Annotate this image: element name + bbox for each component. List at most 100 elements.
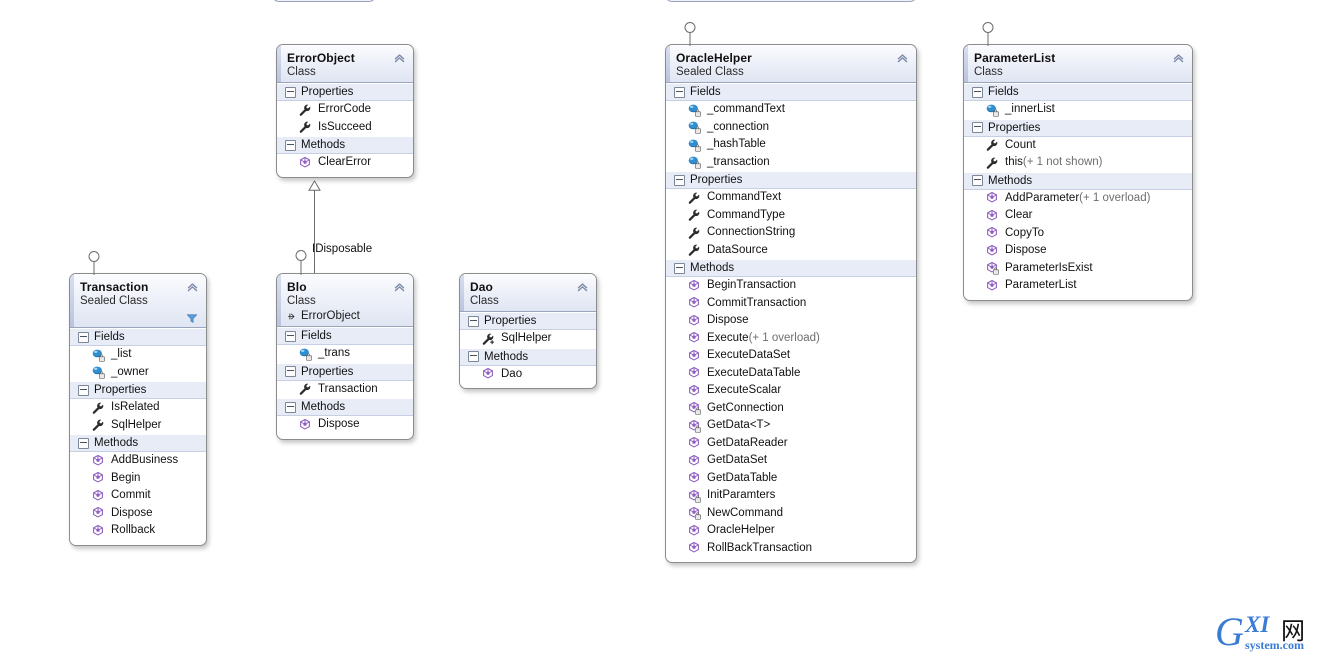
member-row[interactable]: Dispose [70, 505, 206, 523]
member-row[interactable]: Rollback [70, 522, 206, 540]
member-row[interactable]: GetData<T> [666, 417, 916, 435]
section-header-fields[interactable]: Fields [277, 327, 413, 345]
member-row[interactable]: Dispose [964, 242, 1192, 260]
section-header-fields[interactable]: Fields [70, 328, 206, 346]
member-row[interactable]: InitParamters [666, 487, 916, 505]
section-header-methods[interactable]: Methods [964, 171, 1192, 190]
member-row[interactable]: GetConnection [666, 400, 916, 418]
member-row[interactable]: Dao [460, 366, 596, 384]
filter-funnel-icon[interactable] [186, 312, 198, 324]
class-box-transaction[interactable]: Transaction Sealed Class Fields _list _owner… [69, 273, 207, 546]
section-expander-icon[interactable] [972, 175, 983, 186]
class-box-dao[interactable]: Dao Class Properties SqlHelper Methods Dao [459, 273, 597, 389]
section-expander-icon[interactable] [468, 315, 479, 327]
class-box-errorobject[interactable]: ErrorObject Class Properties ErrorCode IsSuc… [276, 44, 414, 178]
interface-lollipop-transaction[interactable] [87, 251, 101, 275]
section-expander-icon[interactable] [285, 366, 296, 377]
section-header-properties[interactable]: Properties [277, 83, 413, 101]
section-expander-icon[interactable] [674, 174, 685, 186]
member-row[interactable]: _hashTable [666, 136, 916, 154]
section-expander-icon[interactable] [285, 401, 296, 413]
member-row[interactable]: this (+ 1 not shown) [964, 154, 1192, 172]
member-row[interactable]: BeginTransaction [666, 277, 916, 295]
section-expander-icon[interactable] [674, 262, 685, 274]
member-row[interactable]: DataSource [666, 242, 916, 260]
member-row[interactable]: IsRelated [70, 399, 206, 417]
section-header-methods[interactable]: Methods [666, 259, 916, 277]
member-row[interactable]: CommitTransaction [666, 295, 916, 313]
member-row[interactable]: SqlHelper [70, 417, 206, 435]
interface-lollipop-oraclehelper[interactable] [683, 22, 697, 46]
section-expander-icon[interactable] [285, 139, 296, 151]
section-header-properties[interactable]: Properties [70, 381, 206, 399]
section-expander-icon[interactable] [78, 384, 89, 396]
member-row[interactable]: ClearError [277, 154, 413, 172]
member-row[interactable]: GetDataReader [666, 435, 916, 453]
member-row[interactable]: CommandText [666, 189, 916, 207]
member-row[interactable]: _commandText [666, 101, 916, 119]
member-row[interactable]: SqlHelper [460, 330, 596, 348]
section-expander-icon[interactable] [285, 86, 296, 98]
collapse-chevron-icon[interactable] [1172, 51, 1185, 64]
member-row[interactable]: Clear [964, 207, 1192, 225]
section-expander-icon[interactable] [468, 351, 479, 362]
member-row[interactable]: ExecuteScalar [666, 382, 916, 400]
section-header-methods[interactable]: Methods [277, 398, 413, 416]
member-row[interactable]: _list [70, 346, 206, 364]
section-header-properties[interactable]: Properties [277, 362, 413, 381]
section-expander-icon[interactable] [972, 86, 983, 98]
member-row[interactable]: AddBusiness [70, 452, 206, 470]
collapse-chevron-icon[interactable] [393, 280, 406, 293]
member-row[interactable]: AddParameter (+ 1 overload) [964, 190, 1192, 208]
member-row[interactable]: Dispose [666, 312, 916, 330]
section-expander-icon[interactable] [78, 437, 89, 449]
member-row[interactable]: OracleHelper [666, 522, 916, 540]
member-row[interactable]: _transaction [666, 154, 916, 172]
member-row[interactable]: ExecuteDataSet [666, 347, 916, 365]
member-row[interactable]: _connection [666, 119, 916, 137]
member-row[interactable]: CommandType [666, 207, 916, 225]
class-box-blo[interactable]: Blo Class ErrorObject Fields _trans Propertie… [276, 273, 414, 440]
member-row[interactable]: Execute (+ 1 overload) [666, 330, 916, 348]
class-box-oraclehelper[interactable]: OracleHelper Sealed Class Fields _commandTe… [665, 44, 917, 563]
member-row[interactable]: _owner [70, 364, 206, 382]
section-expander-icon[interactable] [674, 86, 685, 98]
class-box-parameterlist[interactable]: ParameterList Class Fields _innerList Proper… [963, 44, 1193, 301]
member-row[interactable]: Commit [70, 487, 206, 505]
member-row[interactable]: ParameterList [964, 277, 1192, 295]
section-header-methods[interactable]: Methods [70, 434, 206, 452]
member-row[interactable]: Count [964, 137, 1192, 155]
section-header-fields[interactable]: Fields [964, 83, 1192, 101]
member-row[interactable]: ParameterIsExist [964, 260, 1192, 278]
member-row[interactable]: ConnectionString [666, 224, 916, 242]
member-row[interactable]: _trans [277, 345, 413, 363]
member-row[interactable]: Transaction [277, 381, 413, 399]
property-icon [90, 418, 105, 432]
member-row[interactable]: _innerList [964, 101, 1192, 119]
section-header-properties[interactable]: Properties [964, 118, 1192, 137]
member-row[interactable]: RollBackTransaction [666, 540, 916, 558]
section-header-fields[interactable]: Fields [666, 83, 916, 101]
collapse-chevron-icon[interactable] [576, 280, 589, 293]
member-row[interactable]: Begin [70, 470, 206, 488]
section-expander-icon[interactable] [78, 331, 89, 343]
member-row[interactable]: Dispose [277, 416, 413, 434]
section-expander-icon[interactable] [972, 122, 983, 133]
section-expander-icon[interactable] [285, 330, 296, 342]
member-row[interactable]: IsSucceed [277, 119, 413, 137]
member-row[interactable]: GetDataTable [666, 470, 916, 488]
member-row[interactable]: ExecuteDataTable [666, 365, 916, 383]
interface-lollipop-parameterlist[interactable] [981, 22, 995, 46]
section-header-properties[interactable]: Properties [666, 171, 916, 189]
section-header-methods[interactable]: Methods [460, 347, 596, 366]
collapse-chevron-icon[interactable] [186, 280, 199, 293]
member-row[interactable]: CopyTo [964, 225, 1192, 243]
section-header-methods[interactable]: Methods [277, 136, 413, 154]
member-row[interactable]: NewCommand [666, 505, 916, 523]
interface-lollipop-idisposable[interactable] [294, 250, 308, 275]
member-row[interactable]: ErrorCode [277, 101, 413, 119]
member-row[interactable]: GetDataSet [666, 452, 916, 470]
collapse-chevron-icon[interactable] [896, 51, 909, 64]
section-header-properties[interactable]: Properties [460, 312, 596, 330]
collapse-chevron-icon[interactable] [393, 51, 406, 64]
